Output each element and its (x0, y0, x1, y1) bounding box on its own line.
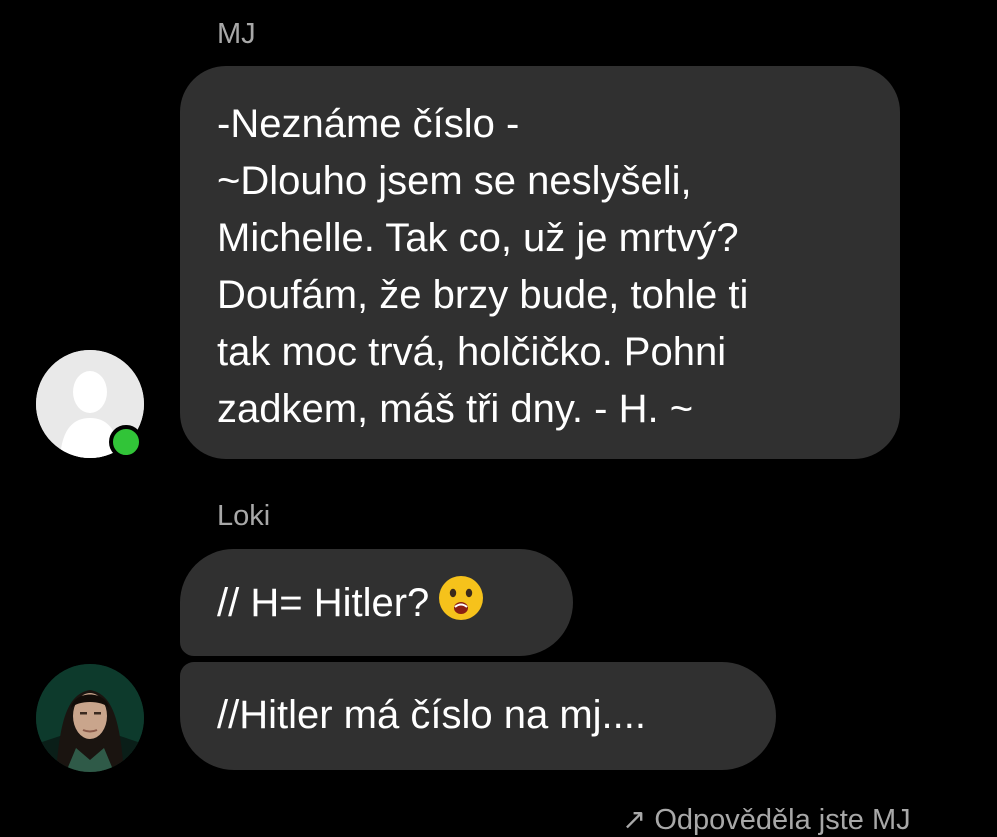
loki-photo-avatar-icon (36, 664, 144, 772)
message-line: tak moc trvá, holčičko. Pohni (217, 330, 727, 374)
message-text: // H= Hitler? (217, 581, 430, 625)
reply-status-text: ↗ Odpověděla jste MJ (622, 804, 911, 836)
message-line: Doufám, že brzy bude, tohle ti (217, 273, 749, 317)
sender-name-loki: Loki (217, 500, 271, 532)
message-line: Michelle. Tak co, už je mrtvý? (217, 216, 739, 260)
message-bubble[interactable]: // H= Hitler? (180, 549, 573, 656)
message-bubble[interactable]: //Hitler má číslo na mj.... (180, 662, 776, 770)
avatar[interactable] (36, 664, 144, 772)
online-status-dot (109, 425, 143, 459)
message-bubble[interactable]: -Neznáme číslo - ~Dlouho jsem se neslyše… (180, 66, 900, 459)
message-line: zadkem, máš tři dny. - H. ~ (217, 387, 694, 431)
message-line: -Neznáme číslo - (217, 102, 520, 146)
message-line: ~Dlouho jsem se neslyšeli, (217, 159, 692, 203)
message-text: //Hitler má číslo na mj.... (217, 693, 646, 737)
frowning-face-emoji-icon (437, 574, 485, 638)
sender-name-mj: MJ (217, 18, 256, 50)
